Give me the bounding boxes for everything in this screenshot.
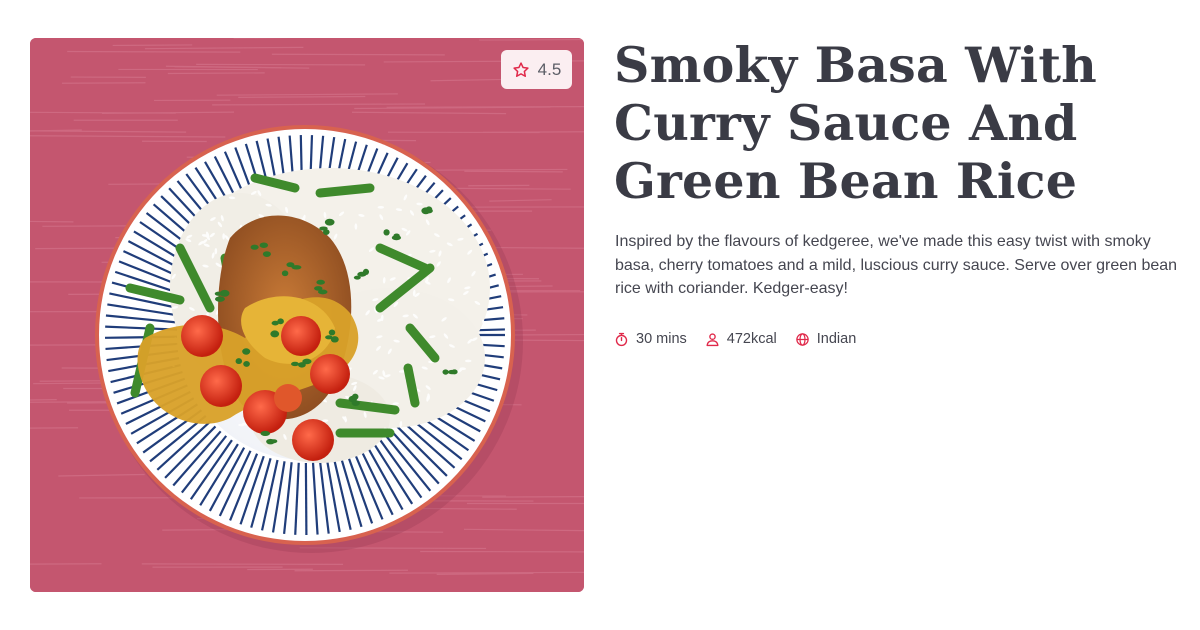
stopwatch-icon: [615, 332, 628, 346]
recipe-image[interactable]: [30, 38, 584, 592]
recipe-photo-illustration: [30, 38, 584, 592]
cuisine: Indian: [795, 331, 857, 347]
cook-time: 30 mins: [614, 331, 687, 347]
star-icon: [513, 61, 529, 77]
cook-time-value: 30 mins: [636, 331, 687, 347]
recipe-meta: 30 mins 472kcal Indian: [614, 331, 856, 347]
globe-icon: [796, 332, 809, 346]
rating-value: 4.5: [537, 59, 562, 79]
recipe-card[interactable]: 4.5 Smoky Basa With Curry Sauce And Gree…: [0, 0, 1200, 630]
calories: 472kcal: [705, 331, 777, 347]
recipe-description: Inspired by the flavours of kedgeree, we…: [615, 233, 1178, 297]
cuisine-value: Indian: [816, 331, 857, 347]
rating-badge: 4.5: [501, 50, 572, 89]
recipe-title: Smoky Basa With Curry Sauce And Green Be…: [614, 36, 1097, 210]
person-icon: [706, 332, 719, 346]
calories-value: 472kcal: [726, 331, 777, 347]
